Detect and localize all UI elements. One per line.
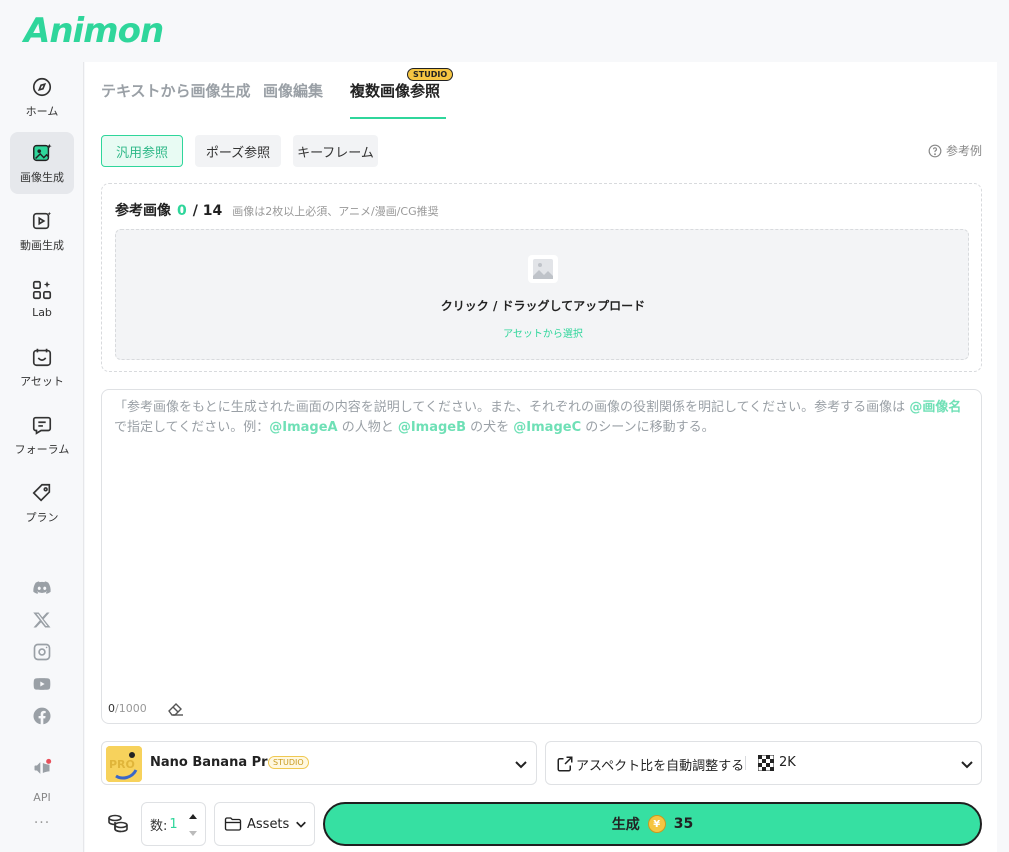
grid-sparkle-icon bbox=[32, 280, 52, 300]
sidebar: ホーム 画像生成 動画生成 Lab アセット フォーラム プラン API ··· bbox=[0, 62, 84, 852]
sidebar-item-label: プラン bbox=[25, 510, 59, 524]
sidebar-item-label: アセット bbox=[20, 374, 64, 388]
asset-icon bbox=[32, 348, 52, 366]
generate-button[interactable]: 生成 ¥ 35 bbox=[323, 802, 982, 846]
quantity-value: 1 bbox=[169, 816, 178, 832]
assets-label: Assets bbox=[247, 816, 290, 832]
chevron-down-icon bbox=[961, 761, 973, 769]
stepper-arrows-icon[interactable] bbox=[187, 810, 199, 840]
tab-image-edit[interactable]: 画像編集 bbox=[263, 80, 323, 101]
sidebar-item-label: 動画生成 bbox=[20, 238, 64, 252]
examples-link[interactable]: 参考例 bbox=[928, 142, 982, 159]
instagram-icon[interactable] bbox=[31, 641, 53, 663]
select-from-assets-link[interactable]: アセットから選択 bbox=[116, 325, 970, 340]
api-link[interactable]: API bbox=[0, 791, 84, 804]
main-panel: テキストから画像生成 画像編集 複数画像参照 STUDIO 汎用参照 ポーズ参照… bbox=[85, 62, 997, 852]
sidebar-item-label: ホーム bbox=[25, 104, 59, 118]
image-upload-icon bbox=[528, 255, 558, 283]
sidebar-item-plan[interactable]: プラン bbox=[10, 472, 74, 534]
sidebar-item-image-generate[interactable]: 画像生成 bbox=[10, 132, 74, 194]
checker-icon bbox=[758, 755, 774, 771]
coin-icon: ¥ bbox=[647, 815, 666, 833]
sidebar-item-label: 画像生成 bbox=[20, 170, 64, 184]
video-generate-icon bbox=[32, 211, 52, 229]
compass-icon bbox=[32, 77, 52, 96]
help-icon bbox=[928, 144, 942, 157]
generate-label: 生成 bbox=[611, 817, 640, 833]
model-selector[interactable]: PRO Nano Banana Pro STUDIO bbox=[101, 741, 537, 785]
youtube-icon[interactable] bbox=[31, 673, 53, 695]
reference-image-section: 参考画像 0 / 14 画像は2枚以上必須、アニメ/漫画/CG推奨 クリック /… bbox=[101, 183, 982, 372]
animon-logo[interactable]: Animon bbox=[24, 11, 164, 51]
mode-pose-reference[interactable]: ポーズ参照 bbox=[195, 135, 281, 167]
studio-badge: STUDIO bbox=[407, 68, 454, 81]
reference-title: 参考画像 0 / 14 画像は2枚以上必須、アニメ/漫画/CG推奨 bbox=[115, 200, 439, 220]
megaphone-icon[interactable] bbox=[31, 757, 53, 779]
model-studio-badge: STUDIO bbox=[268, 756, 309, 769]
facebook-icon[interactable] bbox=[31, 705, 53, 727]
x-icon[interactable] bbox=[31, 609, 53, 631]
assets-button[interactable]: Assets bbox=[214, 802, 315, 846]
sidebar-item-label: フォーラム bbox=[14, 442, 70, 456]
model-thumbnail: PRO bbox=[106, 746, 142, 782]
active-tab-indicator bbox=[350, 117, 446, 119]
sidebar-item-forum[interactable]: フォーラム bbox=[10, 404, 74, 466]
mode-general-reference[interactable]: 汎用参照 bbox=[101, 135, 183, 167]
folder-icon bbox=[224, 817, 242, 831]
resolution-label: 2K bbox=[779, 755, 796, 770]
examples-label: 参考例 bbox=[945, 144, 982, 158]
reference-max: / 14 bbox=[192, 203, 223, 219]
image-generate-icon bbox=[33, 143, 52, 161]
sidebar-item-home[interactable]: ホーム bbox=[10, 66, 74, 128]
prompt-placeholder: 「参考画像をもとに生成された画面の内容を説明してください。また、それぞれの画像の… bbox=[114, 400, 962, 435]
reference-hint: 画像は2枚以上必須、アニメ/漫画/CG推奨 bbox=[232, 205, 439, 218]
character-count: 0/1000 bbox=[108, 702, 147, 715]
chat-icon bbox=[32, 416, 52, 435]
tab-multi-image-reference[interactable]: 複数画像参照 bbox=[350, 80, 440, 101]
upload-dropzone[interactable]: クリック / ドラッグしてアップロード アセットから選択 bbox=[115, 229, 969, 360]
mode-keyframe[interactable]: キーフレーム bbox=[293, 135, 378, 167]
sidebar-item-assets[interactable]: アセット bbox=[10, 336, 74, 398]
sidebar-item-lab[interactable]: Lab bbox=[10, 268, 74, 330]
chevron-down-icon bbox=[296, 821, 307, 828]
eraser-icon[interactable] bbox=[166, 701, 186, 717]
generate-cost: 35 bbox=[673, 816, 694, 832]
reference-title-text: 参考画像 bbox=[115, 203, 171, 219]
svg-text:PRO: PRO bbox=[109, 758, 135, 771]
sidebar-item-label: Lab bbox=[32, 306, 52, 319]
sidebar-item-video-generate[interactable]: 動画生成 bbox=[10, 200, 74, 262]
more-icon[interactable]: ··· bbox=[0, 815, 84, 831]
prompt-textarea[interactable]: 「参考画像をもとに生成された画面の内容を説明してください。また、それぞれの画像の… bbox=[101, 389, 982, 724]
model-name: Nano Banana Pro bbox=[150, 755, 277, 770]
tab-text-to-image[interactable]: テキストから画像生成 bbox=[101, 80, 251, 101]
reference-count: 0 bbox=[177, 203, 187, 219]
coins-stack-icon[interactable] bbox=[106, 812, 130, 836]
external-link-icon bbox=[557, 756, 573, 772]
aspect-resolution-selector[interactable]: アスペクト比を自動調整する 2K bbox=[545, 741, 982, 785]
upload-text: クリック / ドラッグしてアップロード bbox=[440, 299, 646, 313]
aspect-auto-label: アスペクト比を自動調整する bbox=[576, 759, 745, 774]
quantity-label: 数: bbox=[150, 818, 168, 834]
tag-icon bbox=[32, 483, 51, 502]
discord-icon[interactable] bbox=[31, 577, 53, 599]
quantity-stepper[interactable]: 数: 1 bbox=[141, 802, 206, 846]
divider bbox=[745, 756, 746, 770]
chevron-down-icon bbox=[515, 761, 527, 769]
header: Animon bbox=[0, 0, 1009, 62]
